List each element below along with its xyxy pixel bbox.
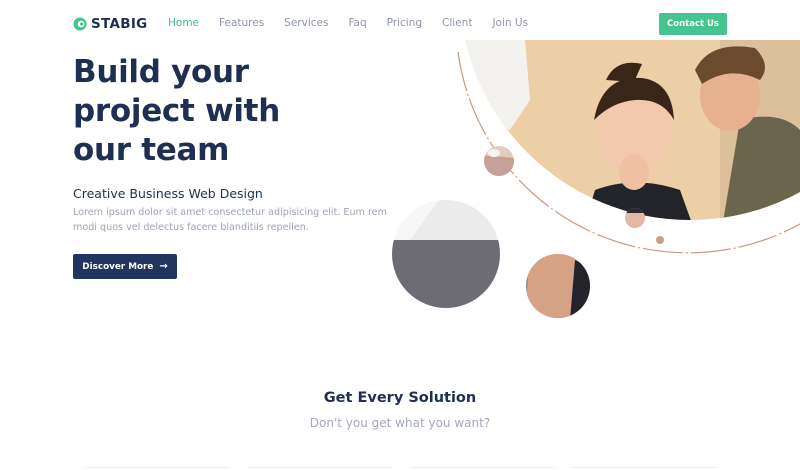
hero-title: Build your project with our team bbox=[73, 53, 343, 170]
discover-more-button[interactable]: Discover More → bbox=[73, 254, 177, 279]
hero-illustration bbox=[392, 40, 800, 318]
hero-title-line: Build your bbox=[73, 54, 249, 90]
nav-item-faq[interactable]: Faq bbox=[348, 17, 366, 29]
nav-item-client[interactable]: Client bbox=[442, 17, 472, 29]
brand-name: STABIG bbox=[91, 16, 148, 32]
arm-photo-circle bbox=[526, 254, 590, 318]
contact-us-button[interactable]: Contact Us bbox=[659, 13, 727, 35]
discover-more-label: Discover More bbox=[82, 261, 154, 272]
nav-item-home[interactable]: Home bbox=[168, 17, 199, 29]
logo-icon bbox=[73, 17, 87, 31]
nav-item-features[interactable]: Features bbox=[219, 17, 264, 29]
nav-item-pricing[interactable]: Pricing bbox=[387, 17, 422, 29]
brand-logo[interactable]: STABIG bbox=[73, 16, 148, 32]
hero-title-line: project with bbox=[73, 93, 280, 129]
decorative-dot bbox=[656, 236, 664, 244]
section-title: Get Every Solution bbox=[323, 390, 477, 406]
laptop-photo-circle bbox=[392, 200, 500, 308]
hero-subtitle: Creative Business Web Design bbox=[73, 186, 263, 201]
nav-item-services[interactable]: Services bbox=[284, 17, 328, 29]
nav-item-join-us[interactable]: Join Us bbox=[492, 17, 528, 29]
hero-title-line: our team bbox=[73, 132, 230, 168]
main-menu: Home Features Services Faq Pricing Clien… bbox=[168, 17, 548, 29]
section-subtitle: Don't you get what you want? bbox=[309, 416, 491, 430]
hero-description: Lorem ipsum dolor sit amet consectetur a… bbox=[73, 207, 387, 233]
arrow-right-icon: → bbox=[159, 260, 168, 272]
